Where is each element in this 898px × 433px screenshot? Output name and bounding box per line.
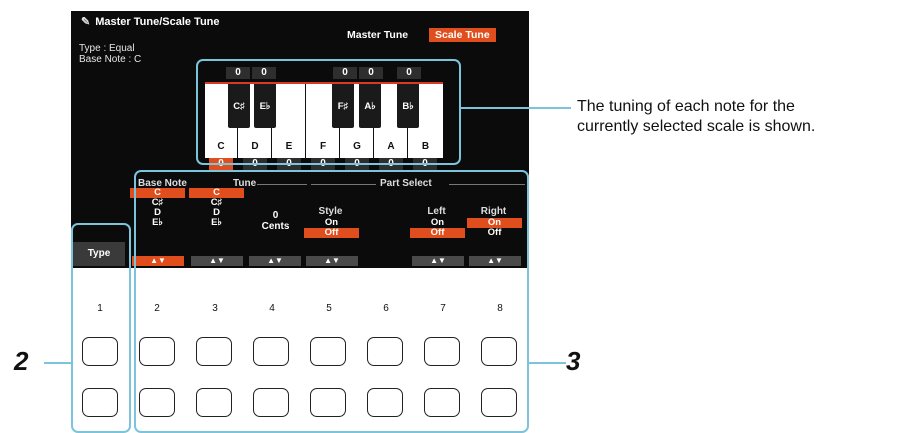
button-2-lower[interactable] (139, 388, 175, 417)
step-2-leader (44, 362, 71, 364)
step-3-marker: 3 (566, 346, 581, 376)
page-title: ✎ Master Tune/Scale Tune (81, 15, 220, 28)
button-1-upper[interactable] (82, 337, 118, 366)
button-3-upper[interactable] (196, 337, 232, 366)
button-number: 3 (212, 303, 218, 314)
button-number: 7 (440, 303, 446, 314)
title-text: Master Tune/Scale Tune (95, 16, 220, 28)
button-5-lower[interactable] (310, 388, 346, 417)
tab-scale-tune[interactable]: Scale Tune (429, 28, 496, 42)
button-number: 6 (383, 303, 389, 314)
keyboard-highlight (196, 59, 461, 165)
button-7-lower[interactable] (424, 388, 460, 417)
callout-line-2: currently selected scale is shown. (577, 118, 816, 135)
tab-master-tune[interactable]: Master Tune (341, 28, 414, 42)
button-number: 2 (154, 303, 160, 314)
button-7-upper[interactable] (424, 337, 460, 366)
button-6-lower[interactable] (367, 388, 403, 417)
button-number: 1 (97, 303, 103, 314)
base-note-line: Base Note : C (79, 54, 142, 65)
button-8-upper[interactable] (481, 337, 517, 366)
button-2-upper[interactable] (139, 337, 175, 366)
button-number: 8 (497, 303, 503, 314)
button-6-upper[interactable] (367, 337, 403, 366)
button-4-upper[interactable] (253, 337, 289, 366)
type-line: Type : Equal (79, 43, 135, 54)
scale-info: Type : Equal Base Note : C (79, 43, 141, 65)
button-3-lower[interactable] (196, 388, 232, 417)
button-8-lower[interactable] (481, 388, 517, 417)
wrench-icon: ✎ (81, 16, 91, 28)
button-1-lower[interactable] (82, 388, 118, 417)
button-number: 4 (269, 303, 275, 314)
button-4-lower[interactable] (253, 388, 289, 417)
callout-line-1: The tuning of each note for the (577, 98, 795, 115)
step-2-marker: 2 (14, 346, 29, 376)
button-number: 5 (326, 303, 332, 314)
button-5-upper[interactable] (310, 337, 346, 366)
callout-text: The tuning of each note for the currentl… (577, 97, 815, 137)
step-3-leader (529, 362, 566, 364)
callout-leader (461, 107, 571, 109)
